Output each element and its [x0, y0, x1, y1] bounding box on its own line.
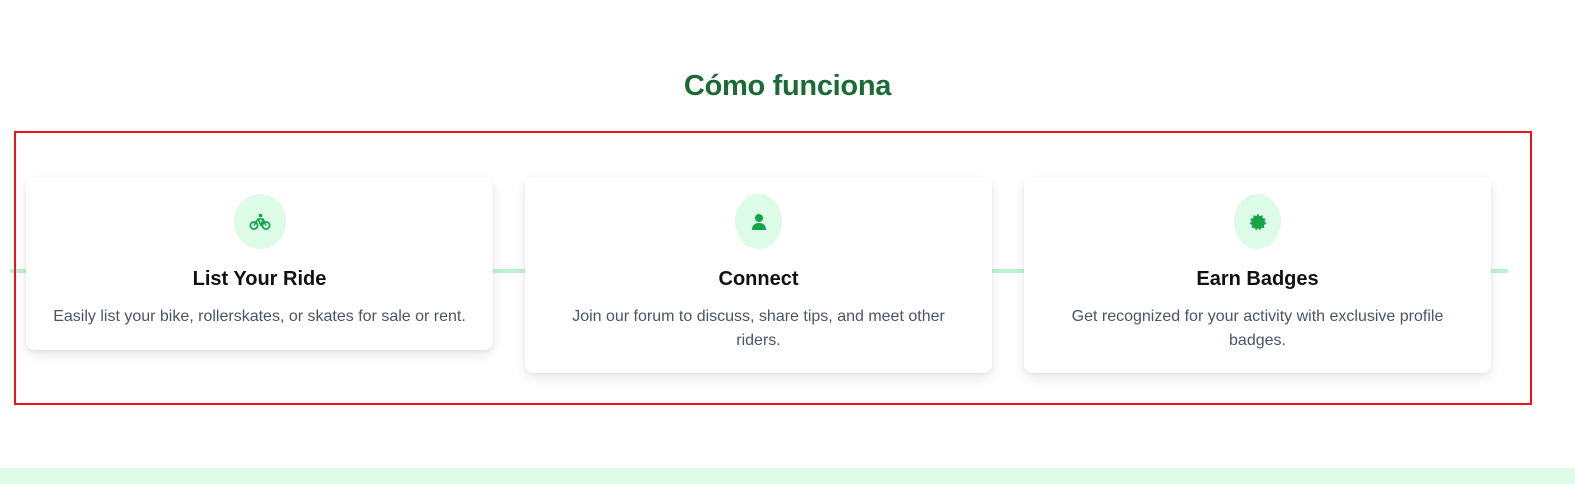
footer-band	[0, 468, 1575, 484]
highlight-frame	[14, 131, 1532, 405]
how-it-works-section: Cómo funciona List Your Ride Easily list…	[0, 0, 1575, 484]
section-title: Cómo funciona	[683, 70, 892, 102]
